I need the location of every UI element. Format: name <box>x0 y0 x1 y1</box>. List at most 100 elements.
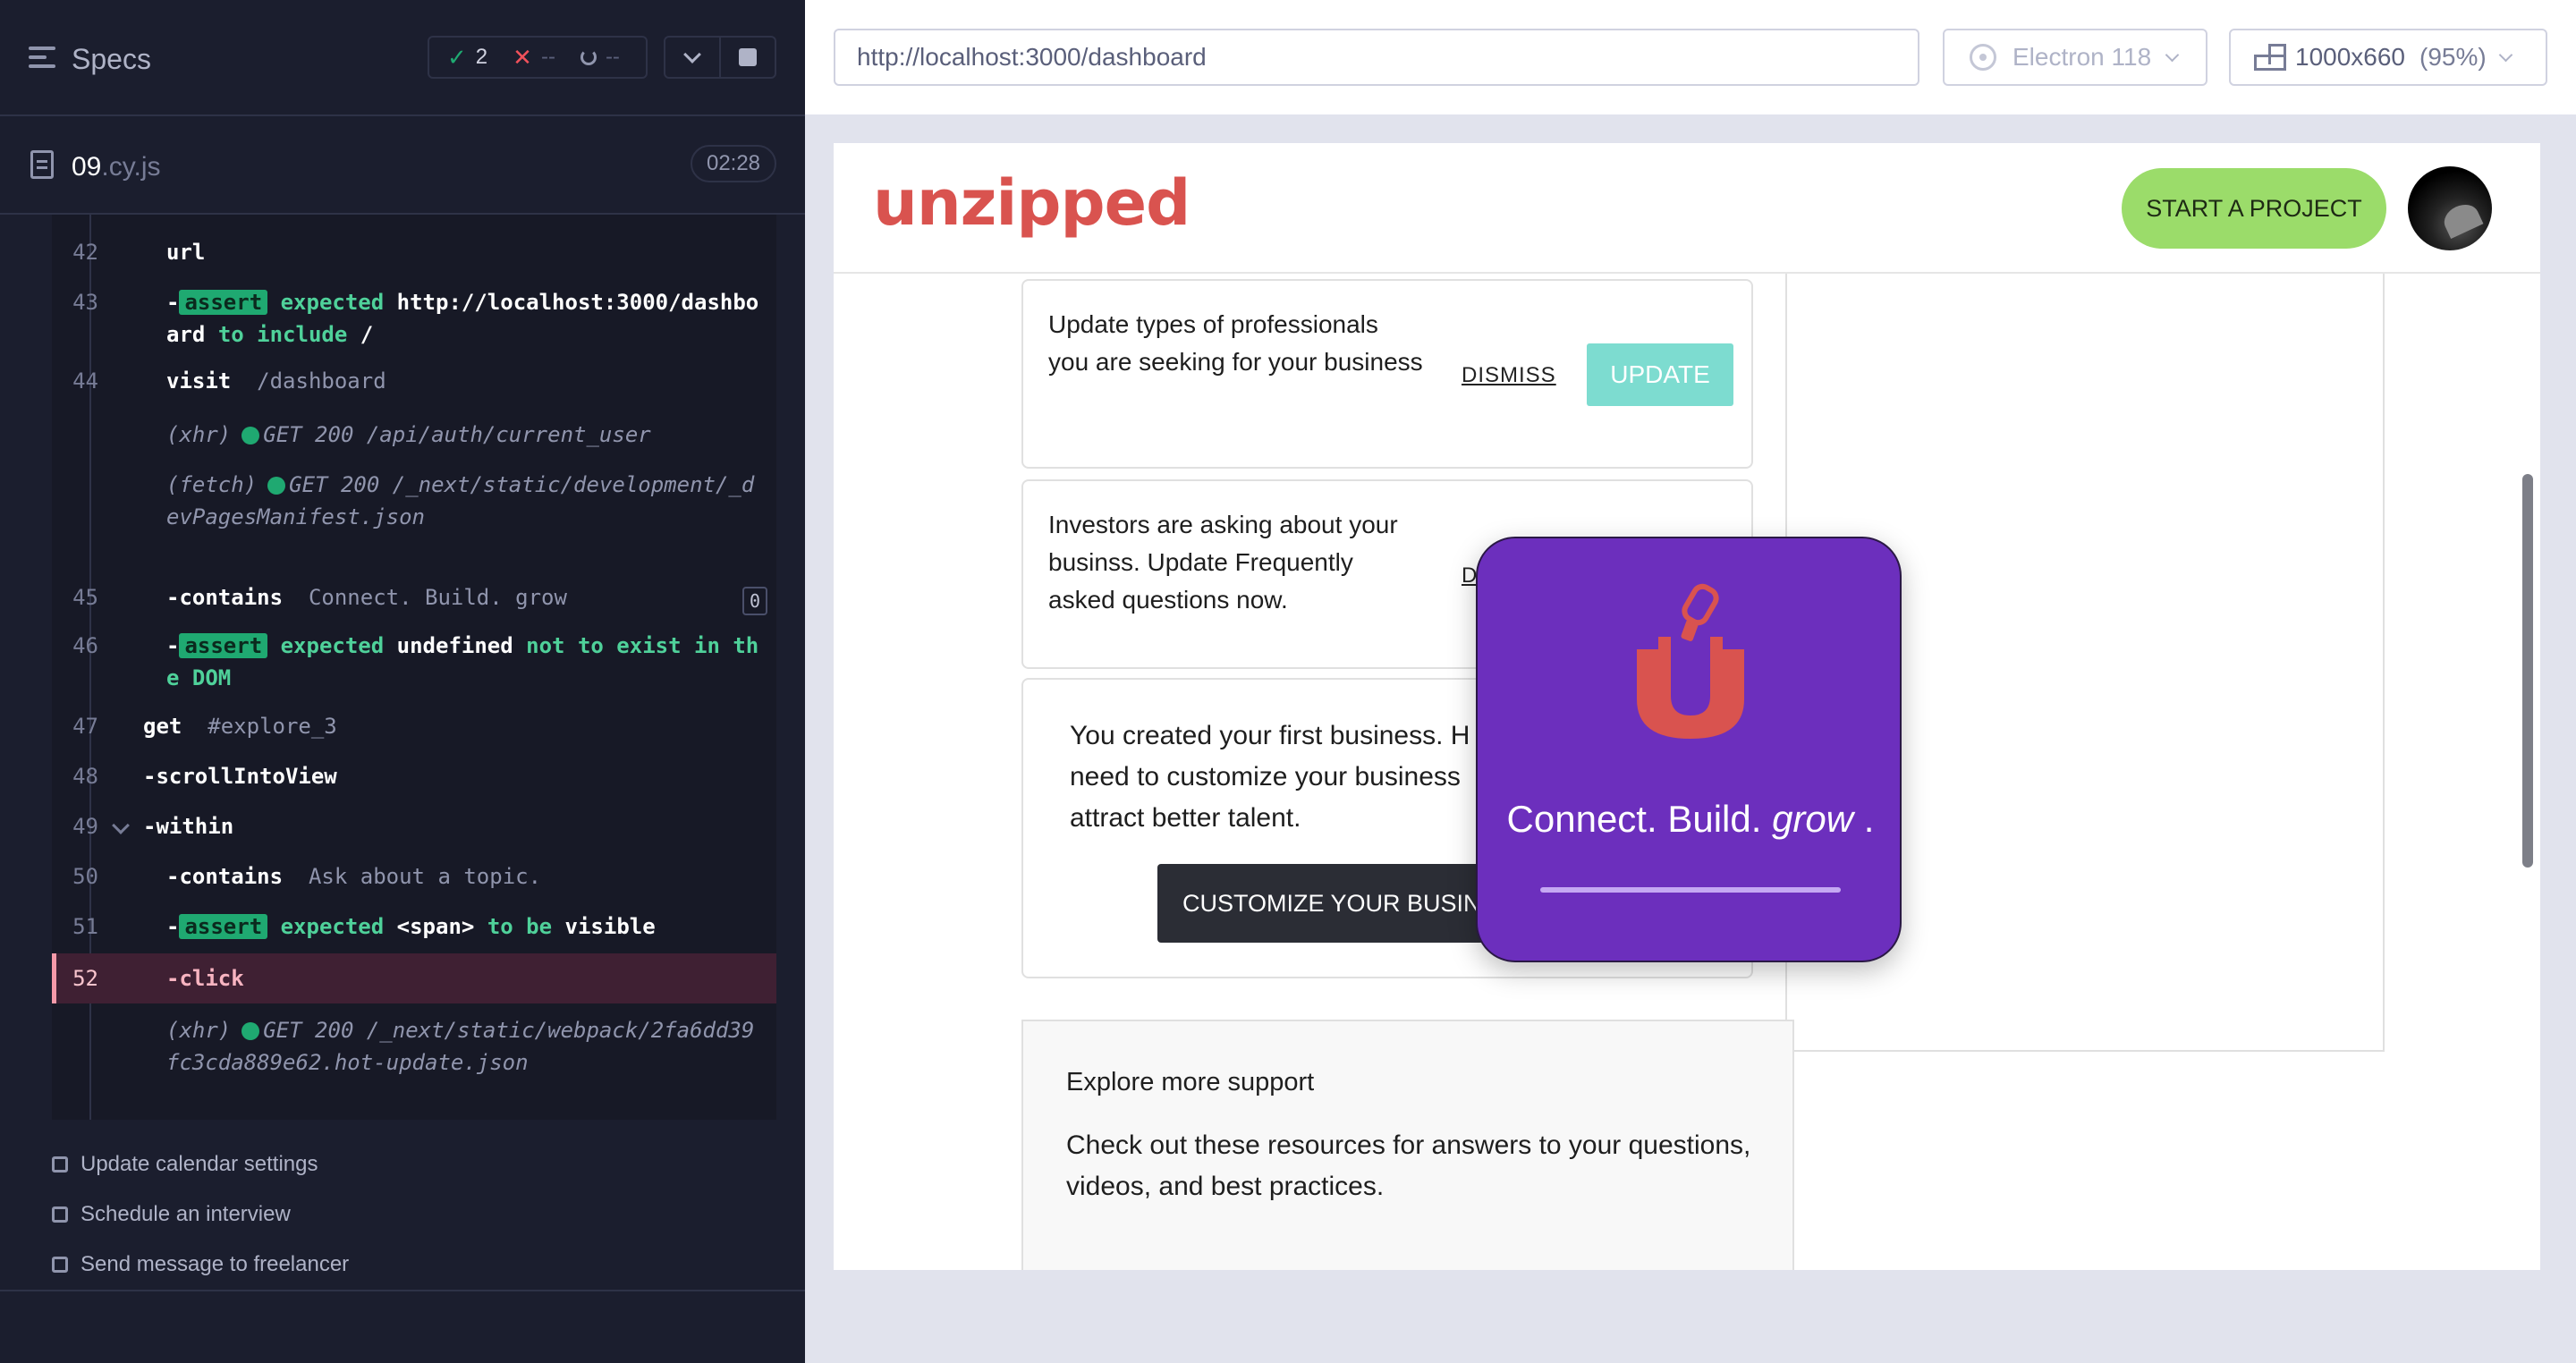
test-item[interactable]: Update calendar settings <box>52 1152 318 1177</box>
assert-value: / <box>360 322 374 347</box>
avatar[interactable] <box>2408 166 2492 250</box>
command-name: scrollIntoView <box>156 764 337 789</box>
line-number: 43 <box>72 290 98 315</box>
stop-button[interactable] <box>719 38 775 77</box>
stats-bar: ✓ 2 ✕ -- -- <box>428 36 648 79</box>
request-body: (fetch) GET 200 /_next/static/development… <box>166 469 762 533</box>
browser-selector[interactable]: Electron 118 <box>1943 29 2207 86</box>
chevron-down-icon <box>683 46 701 63</box>
command-row[interactable]: 48 -scrollIntoView <box>52 760 776 796</box>
url-field[interactable]: http://localhost:3000/dashboard <box>834 29 1919 86</box>
collapse-button[interactable] <box>665 38 719 77</box>
status-dot-icon <box>242 1022 260 1040</box>
update-button[interactable]: UPDATE <box>1587 343 1733 406</box>
line-number: 44 <box>72 368 98 394</box>
line-number: 46 <box>72 633 98 658</box>
command-body: -contains Connect. Build. grow <box>166 585 567 610</box>
assert-subject: <span> <box>396 914 475 939</box>
command-body: url <box>166 236 762 268</box>
command-body: - assert expected <span> to be visible <box>166 914 656 939</box>
command-body: - assert expected http://localhost:3000/d… <box>166 290 759 347</box>
stop-icon <box>739 48 757 66</box>
app-header: unzipped START A PROJECT <box>834 143 2540 274</box>
line-number: 42 <box>72 240 98 265</box>
runner-panel: http://localhost:3000/dashboard Electron… <box>805 0 2576 1363</box>
command-row[interactable]: 49 -within <box>52 810 776 846</box>
duration-badge: 02:28 <box>691 145 776 182</box>
pending-spinner-icon <box>580 49 597 65</box>
spec-file-ext: .cy.js <box>101 152 161 182</box>
line-number: 48 <box>72 764 98 789</box>
pending-count: -- <box>605 45 620 69</box>
viewport-selector[interactable]: 1000x660 (95%) <box>2229 29 2547 86</box>
command-body: get #explore_3 <box>143 710 762 742</box>
test-title: Schedule an interview <box>80 1202 291 1226</box>
command-row[interactable]: 44 visit /dashboard <box>52 365 776 401</box>
start-project-button[interactable]: START A PROJECT <box>2122 168 2386 249</box>
dismiss-button[interactable]: DISMISS <box>1462 363 1556 388</box>
card-text: Update types of professionals you are se… <box>1048 310 1423 376</box>
test-item[interactable]: Send message to freelancer <box>52 1252 349 1277</box>
command-body: -contains Ask about a topic. <box>166 864 542 889</box>
chevron-down-icon[interactable] <box>112 817 130 834</box>
command-row-active[interactable]: 52 -click <box>52 953 776 1003</box>
line-number: 49 <box>72 814 98 839</box>
assert-badge: assert <box>179 914 268 939</box>
passed-count: 2 <box>475 45 488 69</box>
runner-controls <box>664 36 776 79</box>
command-row[interactable]: 51 - assert expected <span> to be visible <box>52 910 776 946</box>
command-name: visit <box>166 368 232 394</box>
viewport-scale: (95%) <box>2419 43 2487 71</box>
command-body: visit /dashboard <box>166 365 762 397</box>
tagline-end: . <box>1853 798 1875 840</box>
command-name: get <box>143 714 182 739</box>
zip-u-logo-icon <box>1637 583 1744 739</box>
command-name: contains <box>179 864 284 889</box>
request-text: GET 200 /api/auth/current_user <box>263 422 651 447</box>
pending-test-icon <box>52 1257 68 1273</box>
test-item[interactable]: Schedule an interview <box>52 1202 291 1227</box>
card-text: Investors are asking about your businss.… <box>1048 511 1398 614</box>
assert-badge: assert <box>179 633 268 658</box>
request-body: (xhr) GET 200 /api/auth/current_user <box>166 419 762 451</box>
request-type: (xhr) <box>166 1018 232 1043</box>
assert-text: to include <box>217 322 348 347</box>
pending-test-icon <box>52 1156 68 1173</box>
command-row[interactable]: 43 - assert expected http://localhost:300… <box>52 286 776 354</box>
command-row[interactable]: 50 -contains Ask about a topic. <box>52 860 776 896</box>
line-number: 51 <box>72 914 98 939</box>
unzipped-logo[interactable]: unzipped <box>873 166 1191 240</box>
command-args: #explore_3 <box>208 714 337 739</box>
request-type: (xhr) <box>166 422 232 447</box>
command-row[interactable]: 47 get #explore_3 <box>52 710 776 746</box>
line-number: 45 <box>72 585 98 610</box>
ruler-icon <box>2254 44 2286 71</box>
assert-text: to be <box>487 914 553 939</box>
command-row[interactable]: 46 - assert expected undefined not to exi… <box>52 630 776 698</box>
status-dot-icon <box>242 427 260 444</box>
chevron-down-icon <box>2498 47 2512 62</box>
file-icon <box>30 150 54 179</box>
line-number: 52 <box>72 966 98 991</box>
card-text: You created your first business. H need … <box>1070 721 1470 833</box>
command-body: -within <box>143 814 234 839</box>
request-body: (xhr) GET 200 /_next/static/webpack/2fa6d… <box>166 1014 762 1079</box>
assert-badge: assert <box>179 290 268 315</box>
test-title: Send message to freelancer <box>80 1252 350 1276</box>
request-row[interactable]: (fetch) GET 200 /_next/static/development… <box>52 469 776 567</box>
pending-stat: -- <box>580 45 620 70</box>
spec-file-row[interactable]: 09.cy.js <box>0 116 805 215</box>
scrollbar[interactable] <box>2522 474 2533 868</box>
specs-title[interactable]: Specs <box>72 43 151 76</box>
match-count-badge: 0 <box>742 587 767 615</box>
splash-tagline: Connect. Build. grow . <box>1478 798 1903 841</box>
test-title: Update calendar settings <box>80 1152 318 1176</box>
loading-bar <box>1540 887 1841 893</box>
request-row[interactable]: (xhr) GET 200 /_next/static/webpack/2fa6d… <box>52 1014 776 1113</box>
command-row[interactable]: 42 url <box>52 236 776 272</box>
explore-text: Check out these resources for answers to… <box>1066 1130 1751 1201</box>
specs-list-icon[interactable] <box>29 47 55 70</box>
request-row[interactable]: (xhr) GET 200 /api/auth/current_user <box>52 419 776 454</box>
command-row[interactable]: 45 -contains Connect. Build. grow 0 <box>52 581 776 621</box>
spec-file-name: 09.cy.js <box>72 152 160 182</box>
